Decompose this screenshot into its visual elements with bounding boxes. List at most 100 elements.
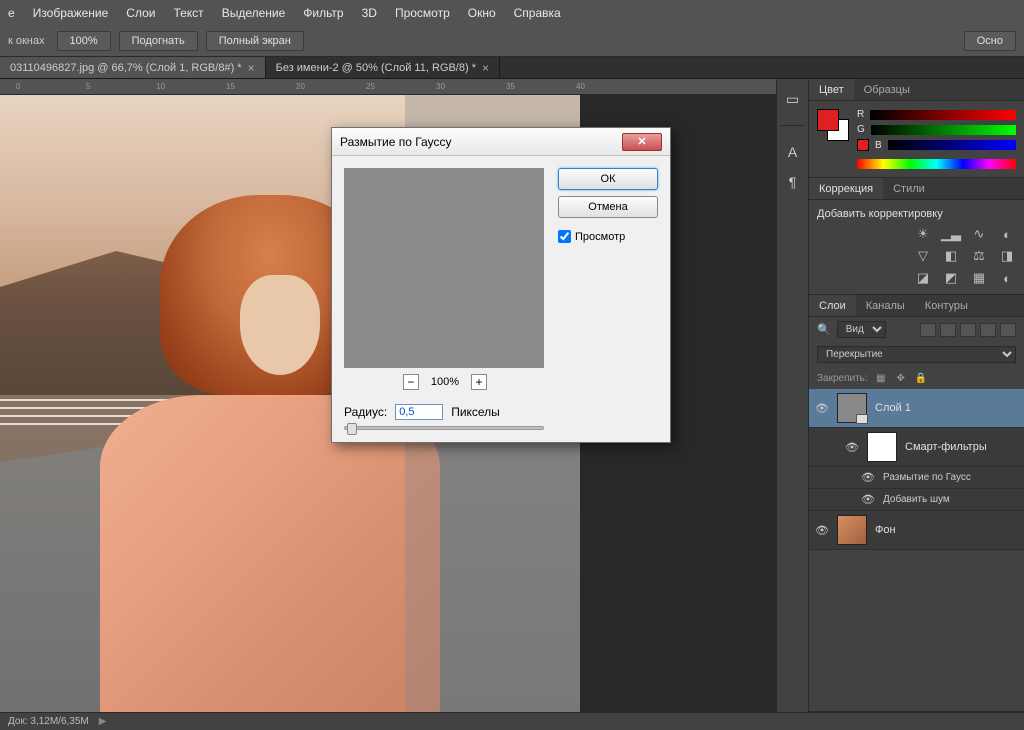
- lock-position-icon[interactable]: ✥: [894, 371, 908, 385]
- close-button[interactable]: ✕: [622, 133, 662, 151]
- zoom-out-button[interactable]: −: [403, 374, 419, 390]
- blend-mode-select[interactable]: Перекрытие: [817, 346, 1016, 363]
- hue-icon[interactable]: ◧: [942, 248, 960, 264]
- menu-item-select[interactable]: Выделение: [222, 6, 286, 20]
- workspace-button[interactable]: Осно: [964, 31, 1016, 51]
- layer-name: Смарт-фильтры: [905, 441, 987, 453]
- layer-row[interactable]: 👁 Фон: [809, 511, 1024, 550]
- layer-name: Слой 1: [875, 402, 911, 414]
- document-tab[interactable]: Без имени-2 @ 50% (Слой 11, RGB/8) * ×: [266, 57, 500, 78]
- tab-paths[interactable]: Контуры: [915, 295, 978, 316]
- menu-item-text[interactable]: Текст: [173, 6, 203, 20]
- filter-smart-icon[interactable]: [1000, 323, 1016, 337]
- adjustments-panel: Коррекция Стили Добавить корректировку ☀…: [809, 178, 1024, 295]
- layer-filter-select[interactable]: Вид: [837, 321, 886, 338]
- menu-item-3d[interactable]: 3D: [362, 6, 377, 20]
- radius-label: Радиус:: [344, 405, 387, 419]
- visibility-icon[interactable]: 👁: [861, 471, 875, 484]
- cancel-button[interactable]: Отмена: [558, 196, 658, 218]
- document-tab-label: Без имени-2 @ 50% (Слой 11, RGB/8) *: [276, 62, 476, 74]
- brightness-icon[interactable]: ☀: [914, 226, 932, 242]
- dialog-titlebar[interactable]: Размытие по Гауссу ✕: [332, 128, 670, 156]
- preview-checkbox[interactable]: [558, 230, 571, 243]
- green-slider[interactable]: [871, 125, 1016, 135]
- menu-item-help[interactable]: Справка: [514, 6, 561, 20]
- document-tab-label: 03110496827.jpg @ 66,7% (Слой 1, RGB/8#)…: [10, 62, 242, 74]
- gamut-warning-icon[interactable]: [857, 139, 869, 151]
- invert-icon[interactable]: ◐: [998, 270, 1016, 286]
- red-slider[interactable]: [870, 110, 1016, 120]
- right-panels: Цвет Образцы R G B Коррекция Стил: [808, 79, 1024, 712]
- zoom-level-button[interactable]: 100%: [57, 31, 111, 51]
- exposure-icon[interactable]: ◐: [998, 226, 1016, 242]
- visibility-icon[interactable]: 👁: [815, 402, 829, 415]
- lock-pixels-icon[interactable]: ▦: [874, 371, 888, 385]
- layer-name: Добавить шум: [883, 494, 950, 505]
- add-adjustment-label: Добавить корректировку: [817, 208, 1016, 220]
- color-swatch[interactable]: [817, 109, 849, 141]
- menu-item-window[interactable]: Окно: [468, 6, 496, 20]
- close-icon[interactable]: ×: [248, 61, 255, 75]
- menu-item-image[interactable]: Изображение: [33, 6, 109, 20]
- tab-adjustments[interactable]: Коррекция: [809, 178, 883, 199]
- fullscreen-button[interactable]: Полный экран: [206, 31, 304, 51]
- hue-strip[interactable]: [857, 159, 1016, 169]
- filter-shape-icon[interactable]: [980, 323, 996, 337]
- visibility-icon[interactable]: 👁: [815, 524, 829, 537]
- menu-item-layers[interactable]: Слои: [126, 6, 155, 20]
- options-label: к окнах: [8, 35, 45, 47]
- menu-item-view[interactable]: Просмотр: [395, 6, 450, 20]
- paragraph-icon[interactable]: ¶: [784, 174, 802, 190]
- photo-filter-icon[interactable]: ◪: [914, 270, 932, 286]
- lookup-icon[interactable]: ▦: [970, 270, 988, 286]
- visibility-icon[interactable]: 👁: [845, 441, 859, 454]
- tab-styles[interactable]: Стили: [883, 178, 935, 199]
- levels-icon[interactable]: ▁▃: [942, 226, 960, 242]
- tab-channels[interactable]: Каналы: [856, 295, 915, 316]
- document-tabs: 03110496827.jpg @ 66,7% (Слой 1, RGB/8#)…: [0, 57, 1024, 79]
- layer-row[interactable]: 👁 Размытие по Гаусс: [809, 467, 1024, 489]
- character-icon[interactable]: A: [784, 144, 802, 160]
- filter-type-icon[interactable]: [960, 323, 976, 337]
- balance-icon[interactable]: ⚖: [970, 248, 988, 264]
- channel-mixer-icon[interactable]: ◩: [942, 270, 960, 286]
- tab-swatches[interactable]: Образцы: [854, 79, 920, 100]
- tab-color[interactable]: Цвет: [809, 79, 854, 100]
- filter-adjust-icon[interactable]: [940, 323, 956, 337]
- visibility-icon[interactable]: 👁: [861, 493, 875, 506]
- preview-checkbox-label[interactable]: Просмотр: [558, 230, 658, 243]
- fit-screen-button[interactable]: Подогнать: [119, 31, 198, 51]
- history-icon[interactable]: ▭: [784, 91, 802, 107]
- doc-size: Док: 3,12M/6,35M: [8, 716, 89, 727]
- foreground-color[interactable]: [817, 109, 839, 131]
- vibrance-icon[interactable]: ▽: [914, 248, 932, 264]
- blue-slider[interactable]: [888, 140, 1016, 150]
- status-arrow-icon[interactable]: ▶: [99, 716, 107, 727]
- status-bar: Док: 3,12M/6,35M ▶: [0, 712, 1024, 730]
- menu-item[interactable]: е: [8, 6, 15, 20]
- layer-row[interactable]: 👁 Смарт-фильтры: [809, 428, 1024, 467]
- blur-preview[interactable]: [344, 168, 544, 368]
- layer-row[interactable]: 👁 Слой 1: [809, 389, 1024, 428]
- bw-icon[interactable]: ◨: [998, 248, 1016, 264]
- close-icon[interactable]: ×: [482, 61, 489, 75]
- layer-thumbnail[interactable]: [837, 515, 867, 545]
- filter-pixel-icon[interactable]: [920, 323, 936, 337]
- ok-button[interactable]: ОК: [558, 168, 658, 190]
- radius-input[interactable]: [395, 404, 443, 420]
- document-tab[interactable]: 03110496827.jpg @ 66,7% (Слой 1, RGB/8#)…: [0, 57, 266, 78]
- layer-name: Размытие по Гаусс: [883, 472, 971, 483]
- curves-icon[interactable]: ∿: [970, 226, 988, 242]
- dialog-title: Размытие по Гауссу: [340, 135, 451, 149]
- horizontal-ruler: 0 5 10 15 20 25 30 35 40: [0, 79, 776, 95]
- menu-item-filter[interactable]: Фильтр: [303, 6, 343, 20]
- layer-thumbnail[interactable]: [867, 432, 897, 462]
- radius-slider[interactable]: [344, 426, 544, 430]
- slider-handle[interactable]: [347, 423, 357, 435]
- layer-thumbnail[interactable]: [837, 393, 867, 423]
- tab-layers[interactable]: Слои: [809, 295, 856, 316]
- zoom-in-button[interactable]: +: [471, 374, 487, 390]
- collapsed-panel-strip: ▭ A ¶: [776, 79, 808, 712]
- lock-all-icon[interactable]: 🔒: [914, 371, 928, 385]
- layer-row[interactable]: 👁 Добавить шум: [809, 489, 1024, 511]
